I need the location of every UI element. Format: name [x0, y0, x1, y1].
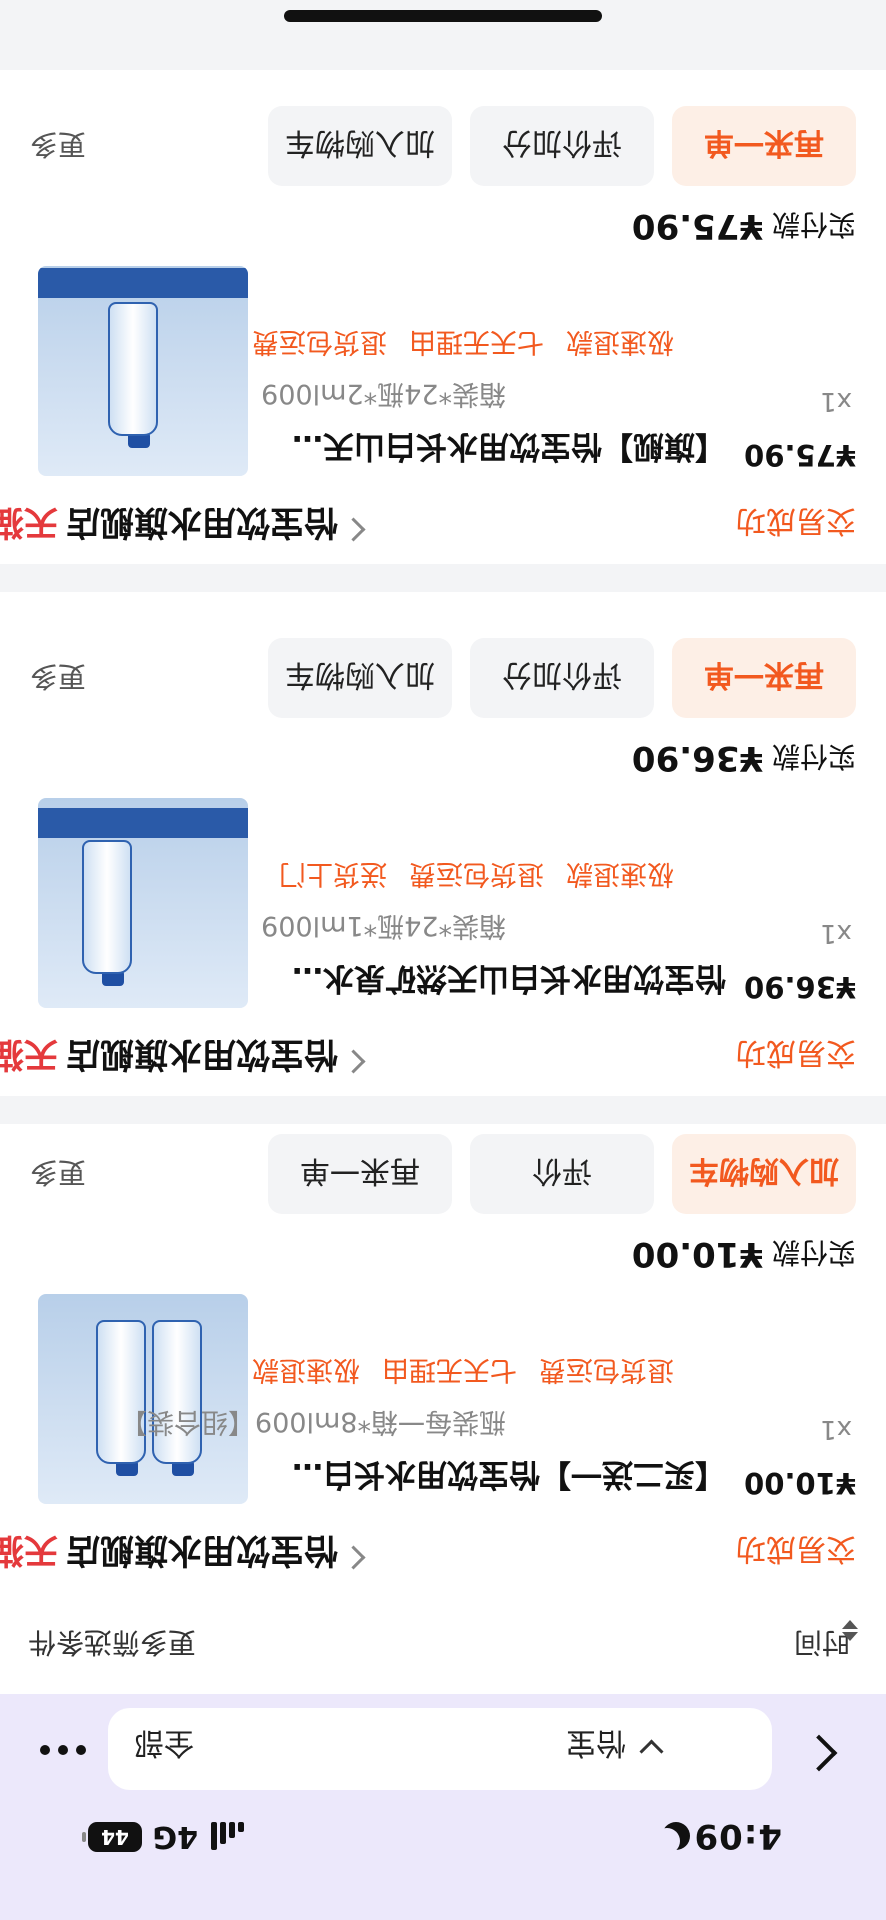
service-tag: 极速退款: [252, 1354, 360, 1385]
top-nav: 怡宝 全部: [0, 1694, 886, 1804]
service-tags: 退货包运费七天无理由极速退款: [252, 1353, 696, 1392]
order-card: 交易成功 怡宝饮用水旗舰店天猫 【旗舰】怡宝饮用水长白山天然矿泉水... ¥75…: [0, 70, 886, 564]
status-bar: 4:09 4G 44: [0, 1804, 886, 1920]
shop-name-text: 怡宝饮用水旗舰店: [66, 502, 338, 542]
product-title[interactable]: 怡宝饮用水长白山天然矿泉水整箱批发...: [266, 959, 726, 1004]
service-tag: 退货包运费: [539, 1354, 674, 1385]
total-label: 实付款: [771, 740, 856, 773]
tmall-badge: 天猫: [0, 1530, 58, 1570]
product-qty: x1: [820, 386, 852, 416]
network-type: 4G: [152, 1819, 199, 1854]
add-to-cart-button[interactable]: 加入购物车: [268, 638, 452, 718]
product-thumbnail[interactable]: [38, 798, 248, 1008]
product-thumbnail[interactable]: [38, 266, 248, 476]
battery-level: 44: [101, 1825, 129, 1849]
signal-icon: [210, 1822, 244, 1850]
buy-again-button[interactable]: 再来一单: [672, 106, 856, 186]
search-keyword: 怡宝: [566, 1725, 626, 1760]
shop-name[interactable]: 怡宝饮用水旗舰店天猫: [0, 1033, 338, 1082]
more-button[interactable]: 更多: [30, 1154, 86, 1194]
chevron-down-icon: [639, 1739, 664, 1764]
order-status: 交易成功: [736, 1035, 856, 1070]
service-tag: 退货包运费: [252, 326, 387, 357]
order-card: 交易成功 怡宝饮用水旗舰店天猫 【买二送一】怡宝饮用水长白山天然矿泉水... ¥…: [0, 1124, 886, 1592]
chevron-right-icon: [341, 517, 366, 542]
order-search-box[interactable]: 怡宝 全部: [108, 1708, 772, 1790]
service-tag: 极速退款: [566, 326, 674, 357]
sort-filter-row: 时间 更多筛选条件: [0, 1592, 886, 1694]
order-actions: 更多 加入购物车 评价 再来一单: [0, 1134, 886, 1218]
product-qty: x1: [820, 918, 852, 948]
clock: 4:09: [693, 1816, 782, 1856]
more-button[interactable]: 更多: [30, 126, 86, 166]
search-scope[interactable]: 全部: [134, 1724, 194, 1768]
chevron-right-icon: [341, 1049, 366, 1074]
product-title[interactable]: 【旗舰】怡宝饮用水长白山天然矿泉水...: [266, 427, 726, 472]
service-tags: 极速退款七天无理由退货包运费: [252, 325, 696, 364]
total-value: ¥36.90: [631, 738, 764, 778]
product-spec: 箱装*24瓶*1ml009: [261, 910, 506, 941]
product-spec: 瓶装每一箱*8ml009【组合装】: [119, 1406, 506, 1437]
product-price: ¥10.00: [744, 1466, 856, 1500]
battery-icon: 44: [88, 1822, 142, 1852]
product-thumbnail[interactable]: [38, 1294, 248, 1504]
moon-icon: [662, 1822, 690, 1850]
sort-by-time-button[interactable]: 时间: [793, 1620, 858, 1664]
order-actions: 更多 再来一单 评价加分 加入购物车: [0, 638, 886, 722]
product-qty: x1: [820, 1414, 852, 1444]
chevron-right-icon: [341, 1545, 366, 1570]
add-to-cart-button[interactable]: 加入购物车: [268, 106, 452, 186]
product-spec: 箱装*24瓶*2ml009: [261, 378, 506, 409]
tmall-badge: 天猫: [0, 502, 58, 542]
service-tags: 极速退款退货包运费送货上门: [279, 857, 696, 896]
order-total: 实付款 ¥10.00: [632, 1234, 856, 1274]
order-status: 交易成功: [736, 1531, 856, 1566]
order-status: 交易成功: [736, 503, 856, 538]
more-options-icon[interactable]: [26, 1740, 86, 1760]
service-tag: 退货包运费: [409, 858, 544, 889]
service-tag: 送货上门: [279, 858, 387, 889]
buy-again-button[interactable]: 再来一单: [672, 638, 856, 718]
add-review-button[interactable]: 评价加分: [470, 638, 654, 718]
order-card: 交易成功 怡宝饮用水旗舰店天猫 怡宝饮用水长白山天然矿泉水整箱批发... ¥36…: [0, 592, 886, 1096]
service-tag: 极速退款: [566, 858, 674, 889]
home-indicator[interactable]: [284, 10, 602, 22]
total-label: 实付款: [771, 208, 856, 241]
tmall-badge: 天猫: [0, 1034, 58, 1074]
order-list-screen: 4:09 4G 44 怡宝 全部 时间 更多筛选条件 交易成功 怡宝饮用水旗舰店…: [0, 0, 886, 1920]
buy-again-button[interactable]: 再来一单: [268, 1134, 452, 1214]
back-arrow-icon[interactable]: [790, 1722, 850, 1782]
product-price: ¥36.90: [744, 970, 856, 1004]
service-tag: 七天无理由: [409, 326, 544, 357]
product-title[interactable]: 【买二送一】怡宝饮用水长白山天然矿泉水...: [266, 1455, 726, 1500]
product-price: ¥75.90: [744, 438, 856, 472]
more-filters-button[interactable]: 更多筛选条件: [28, 1624, 196, 1664]
order-total: 实付款 ¥36.90: [632, 738, 856, 778]
sort-label: 时间: [793, 1626, 850, 1659]
add-to-cart-button[interactable]: 加入购物车: [672, 1134, 856, 1214]
shop-name-text: 怡宝饮用水旗舰店: [66, 1530, 338, 1570]
shop-name-text: 怡宝饮用水旗舰店: [66, 1034, 338, 1074]
total-value: ¥10.00: [631, 1234, 764, 1274]
add-review-button[interactable]: 评价加分: [470, 106, 654, 186]
total-value: ¥75.90: [631, 206, 764, 246]
order-actions: 更多 再来一单 评价加分 加入购物车: [0, 106, 886, 190]
order-total: 实付款 ¥75.90: [632, 206, 856, 246]
review-button[interactable]: 评价: [470, 1134, 654, 1214]
service-tag: 七天无理由: [382, 1354, 517, 1385]
shop-name[interactable]: 怡宝饮用水旗舰店天猫: [0, 501, 338, 550]
shop-name[interactable]: 怡宝饮用水旗舰店天猫: [0, 1529, 338, 1578]
total-label: 实付款: [771, 1236, 856, 1269]
more-button[interactable]: 更多: [30, 658, 86, 698]
